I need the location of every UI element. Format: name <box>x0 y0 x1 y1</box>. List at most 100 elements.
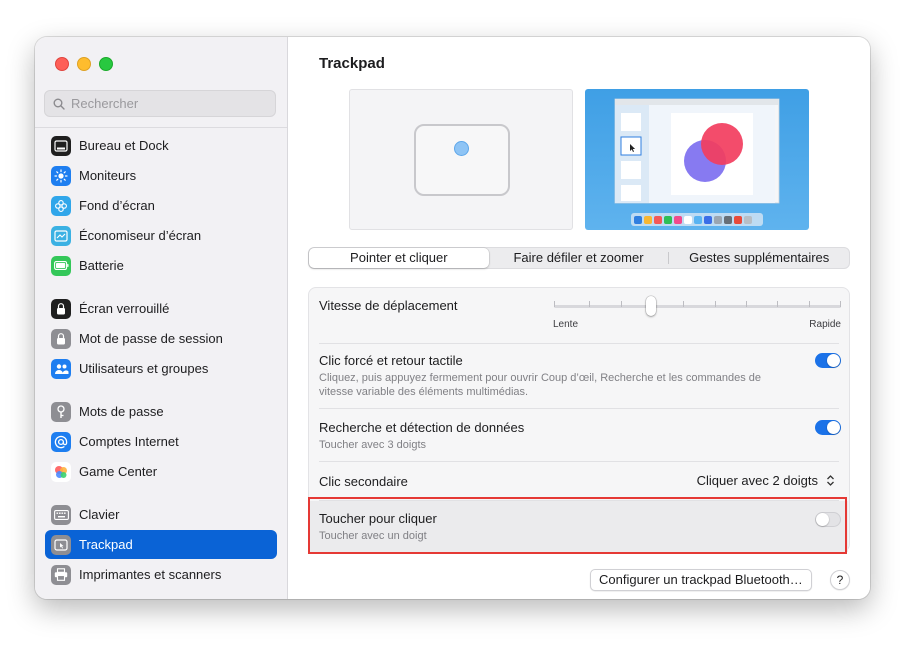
tap-to-click-description: Toucher avec un doigt <box>319 530 427 542</box>
main-panel: Trackpad Pointer et cliquer Faire défile… <box>288 37 870 599</box>
slider-max-label: Rapide <box>809 319 841 330</box>
sidebar-item-batterie[interactable]: Batterie <box>45 251 277 280</box>
slider-tick <box>840 301 841 307</box>
secondary-click-popup[interactable]: Cliquer avec 2 doigts <box>697 472 837 488</box>
sidebar-item-label: Game Center <box>79 464 158 479</box>
tap-to-click-toggle[interactable] <box>815 512 841 527</box>
keyboard-icon <box>51 504 71 525</box>
sidebar-item-label: Trackpad <box>79 537 133 552</box>
slider-tick <box>715 301 716 307</box>
settings-window: Bureau et Dock Moniteurs Fond d’écran Éc… <box>35 37 870 599</box>
zoom-window-button[interactable] <box>99 57 113 71</box>
window-controls <box>55 57 113 71</box>
sidebar-item-label: Fond d’écran <box>79 198 155 213</box>
sidebar-item-trackpad[interactable]: Trackpad <box>45 530 277 559</box>
lookup-description: Toucher avec 3 doigts <box>319 439 427 451</box>
lookup-data-detectors-row: Recherche et détection de données Touche… <box>309 409 849 461</box>
sidebar-item-label: Imprimantes et scanners <box>79 567 222 582</box>
close-window-button[interactable] <box>55 57 69 71</box>
printer-icon <box>51 564 71 585</box>
sidebar-item-game-center[interactable]: Game Center <box>45 457 277 486</box>
toggle-knob <box>816 513 829 526</box>
tab-gestes-supplementaires[interactable]: Gestes supplémentaires <box>669 248 849 268</box>
force-click-description: Cliquez, puis appuyez fermement pour ouv… <box>319 372 762 398</box>
force-click-toggle[interactable] <box>815 353 841 368</box>
screen-preview <box>585 89 809 230</box>
slider-tick <box>777 301 778 307</box>
slider-tick <box>746 301 747 307</box>
slider-tick <box>621 301 622 307</box>
sidebar-item-label: Mots de passe <box>79 404 164 419</box>
secondary-click-value: Cliquer avec 2 doigts <box>696 472 818 488</box>
search-field[interactable] <box>44 90 276 117</box>
tracking-speed-slider-track[interactable] <box>554 305 841 308</box>
sidebar-item-economiseur[interactable]: Économiseur d’écran <box>45 221 277 250</box>
secondary-click-row: Clic secondaire Cliquer avec 2 doigts <box>309 462 849 500</box>
sidebar-item-label: Mot de passe de session <box>79 331 223 346</box>
sidebar-item-label: Écran verrouillé <box>79 301 170 316</box>
tap-to-click-row: Toucher pour cliquer Toucher avec un doi… <box>309 501 849 552</box>
sidebar-item-label: Économiseur d’écran <box>79 228 202 243</box>
minimize-window-button[interactable] <box>77 57 91 71</box>
secondary-click-label: Clic secondaire <box>319 474 408 489</box>
search-icon <box>53 98 65 110</box>
tracking-speed-slider-thumb[interactable] <box>646 296 656 316</box>
sidebar-item-bureau-et-dock[interactable]: Bureau et Dock <box>45 131 277 160</box>
sidebar-item-fond-ecran[interactable]: Fond d’écran <box>45 191 277 220</box>
sidebar: Bureau et Dock Moniteurs Fond d’écran Éc… <box>35 37 288 599</box>
screensaver-icon <box>51 225 71 246</box>
display-brightness-icon <box>51 165 71 186</box>
help-button[interactable]: ? <box>830 570 850 590</box>
finger-touch-dot <box>454 141 469 156</box>
configure-bluetooth-trackpad-button[interactable]: Configurer un trackpad Bluetooth… <box>590 569 812 591</box>
slider-tick <box>589 301 590 307</box>
key-icon <box>51 401 71 422</box>
sidebar-divider <box>35 127 287 128</box>
tracking-speed-label: Vitesse de déplacement <box>319 298 458 313</box>
sidebar-item-utilisateurs-groupes[interactable]: Utilisateurs et groupes <box>45 354 277 383</box>
game-center-icon <box>51 461 71 482</box>
trackpad-gesture-preview <box>349 89 573 230</box>
trackpad-icon <box>51 534 71 555</box>
wallpaper-flower-icon <box>51 195 71 216</box>
sidebar-item-label: Clavier <box>79 507 120 522</box>
sidebar-item-mots-de-passe[interactable]: Mots de passe <box>45 397 277 426</box>
search-input[interactable] <box>71 96 261 111</box>
tab-bar: Pointer et cliquer Faire défiler et zoom… <box>308 247 850 269</box>
at-sign-icon <box>51 431 71 452</box>
sidebar-item-label: Moniteurs <box>79 168 137 183</box>
sidebar-item-comptes-internet[interactable]: Comptes Internet <box>45 427 277 456</box>
sidebar-item-moniteurs[interactable]: Moniteurs <box>45 161 277 190</box>
slider-tick <box>554 301 555 307</box>
tracking-speed-row: Vitesse de déplacement Lente Rapide <box>309 288 849 338</box>
tap-to-click-label: Toucher pour cliquer <box>319 511 437 526</box>
users-group-icon <box>51 358 71 379</box>
tab-faire-defiler-et-zoomer[interactable]: Faire défiler et zoomer <box>489 248 669 268</box>
toggle-knob <box>827 421 840 434</box>
chevron-up-down-icon <box>824 472 837 488</box>
sidebar-item-label: Bureau et Dock <box>79 138 169 153</box>
settings-group: Vitesse de déplacement Lente Rapide Clic… <box>308 287 850 552</box>
tab-pointer-et-cliquer[interactable]: Pointer et cliquer <box>309 248 489 268</box>
desktop-preview-illustration <box>614 98 780 226</box>
lookup-toggle[interactable] <box>815 420 841 435</box>
sidebar-item-ecran-verrouille[interactable]: Écran verrouillé <box>45 294 277 323</box>
lock-screen-icon <box>51 298 71 319</box>
padlock-icon <box>51 328 71 349</box>
slider-tick <box>809 301 810 307</box>
sidebar-item-imprimantes[interactable]: Imprimantes et scanners <box>45 560 277 589</box>
sidebar-item-clavier[interactable]: Clavier <box>45 500 277 529</box>
slider-min-label: Lente <box>553 319 579 330</box>
sidebar-item-label: Utilisateurs et groupes <box>79 361 209 376</box>
toggle-knob <box>827 354 840 367</box>
force-click-label: Clic forcé et retour tactile <box>319 353 463 368</box>
page-title: Trackpad <box>319 55 385 72</box>
slider-tick <box>683 301 684 307</box>
battery-icon <box>51 255 71 276</box>
trackpad-illustration <box>414 124 510 196</box>
lookup-label: Recherche et détection de données <box>319 420 525 435</box>
sidebar-item-mot-de-passe-session[interactable]: Mot de passe de session <box>45 324 277 353</box>
sidebar-item-label: Batterie <box>79 258 124 273</box>
sidebar-item-label: Comptes Internet <box>79 434 179 449</box>
dock-icon <box>51 135 71 156</box>
